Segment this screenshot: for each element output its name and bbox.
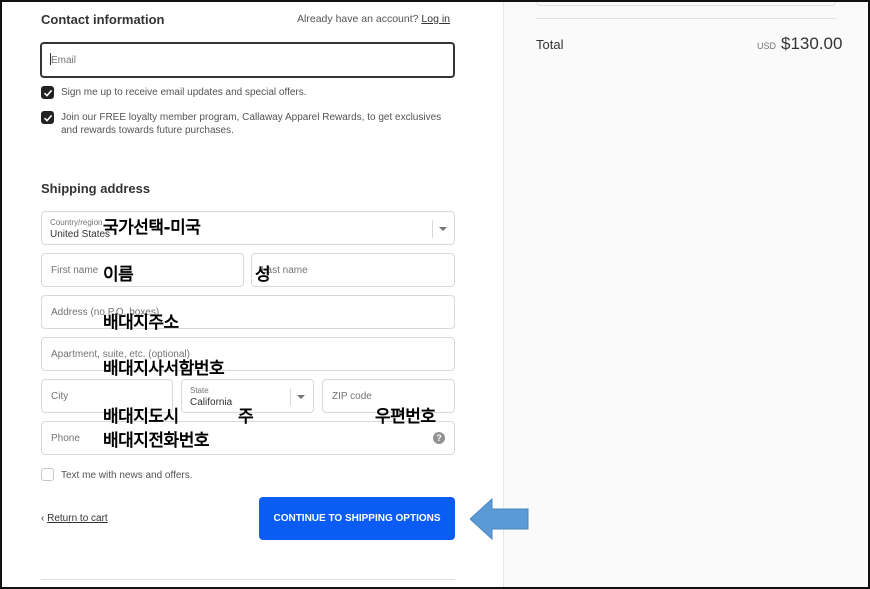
annotation-zip: 우편번호 bbox=[375, 407, 436, 427]
select-divider bbox=[290, 388, 291, 406]
contact-heading: Contact information bbox=[41, 12, 165, 27]
first-name-placeholder: First name bbox=[51, 265, 99, 276]
have-account-text: Already have an account? bbox=[297, 13, 419, 25]
check-icon bbox=[43, 89, 53, 97]
return-to-cart-link[interactable]: ‹ Return to cart bbox=[41, 513, 108, 524]
login-prompt: Already have an account? Log in bbox=[297, 13, 450, 25]
email-updates-label: Sign me up to receive email updates and … bbox=[61, 87, 307, 98]
loyalty-label-line1: Join our FREE loyalty member program, Ca… bbox=[61, 112, 442, 123]
annotation-apartment: 배대지사서함번호 bbox=[103, 359, 225, 379]
shipping-heading: Shipping address bbox=[41, 181, 151, 196]
login-link[interactable]: Log in bbox=[421, 13, 450, 25]
check-icon bbox=[43, 114, 53, 122]
checkout-page: Total USD $130.00 Contact information Al… bbox=[0, 0, 870, 589]
country-value: United States bbox=[50, 229, 111, 240]
loyalty-label-line2: and rewards towards future purchases. bbox=[61, 125, 234, 136]
chevron-down-icon bbox=[297, 395, 305, 399]
total-currency: USD bbox=[757, 41, 777, 51]
state-label: State bbox=[190, 386, 209, 395]
total-amount: $130.00 bbox=[781, 34, 843, 53]
annotation-city: 배대지도시 bbox=[103, 407, 179, 427]
summary-divider bbox=[536, 18, 836, 19]
order-summary: Total bbox=[503, 2, 868, 587]
first-name-field[interactable]: First name bbox=[41, 253, 244, 287]
country-label: Country/region bbox=[50, 218, 103, 227]
annotation-first-name: 이름 bbox=[103, 265, 134, 285]
summary-top-box bbox=[536, 2, 836, 6]
help-icon[interactable]: ? bbox=[433, 432, 445, 444]
zip-placeholder: ZIP code bbox=[332, 391, 372, 402]
left-arrow-icon bbox=[470, 498, 529, 540]
email-placeholder: Email bbox=[51, 55, 77, 66]
return-to-cart-label: Return to cart bbox=[47, 513, 108, 524]
text-me-label: Text me with news and offers. bbox=[61, 470, 193, 481]
city-placeholder: City bbox=[51, 391, 69, 402]
total-label: Total bbox=[536, 37, 564, 52]
phone-placeholder: Phone bbox=[51, 433, 80, 444]
last-name-field[interactable]: Last name bbox=[251, 253, 455, 287]
text-me-checkbox[interactable] bbox=[41, 468, 54, 481]
select-divider bbox=[432, 220, 433, 238]
bottom-divider bbox=[41, 579, 455, 580]
chevron-left-icon: ‹ bbox=[41, 513, 45, 524]
annotation-last-name: 성 bbox=[255, 265, 271, 285]
annotation-state: 주 bbox=[238, 407, 254, 427]
chevron-down-icon bbox=[439, 227, 447, 231]
annotation-phone: 배대지전화번호 bbox=[103, 431, 209, 451]
email-field[interactable]: Email bbox=[40, 42, 455, 78]
annotation-address: 배대지주소 bbox=[103, 313, 179, 333]
loyalty-checkbox[interactable] bbox=[41, 111, 54, 124]
annotation-country: 국가선택-미국 bbox=[103, 218, 201, 238]
email-updates-checkbox[interactable] bbox=[41, 86, 54, 99]
state-value: California bbox=[190, 397, 233, 408]
continue-to-shipping-button[interactable]: CONTINUE TO SHIPPING OPTIONS bbox=[259, 497, 455, 540]
